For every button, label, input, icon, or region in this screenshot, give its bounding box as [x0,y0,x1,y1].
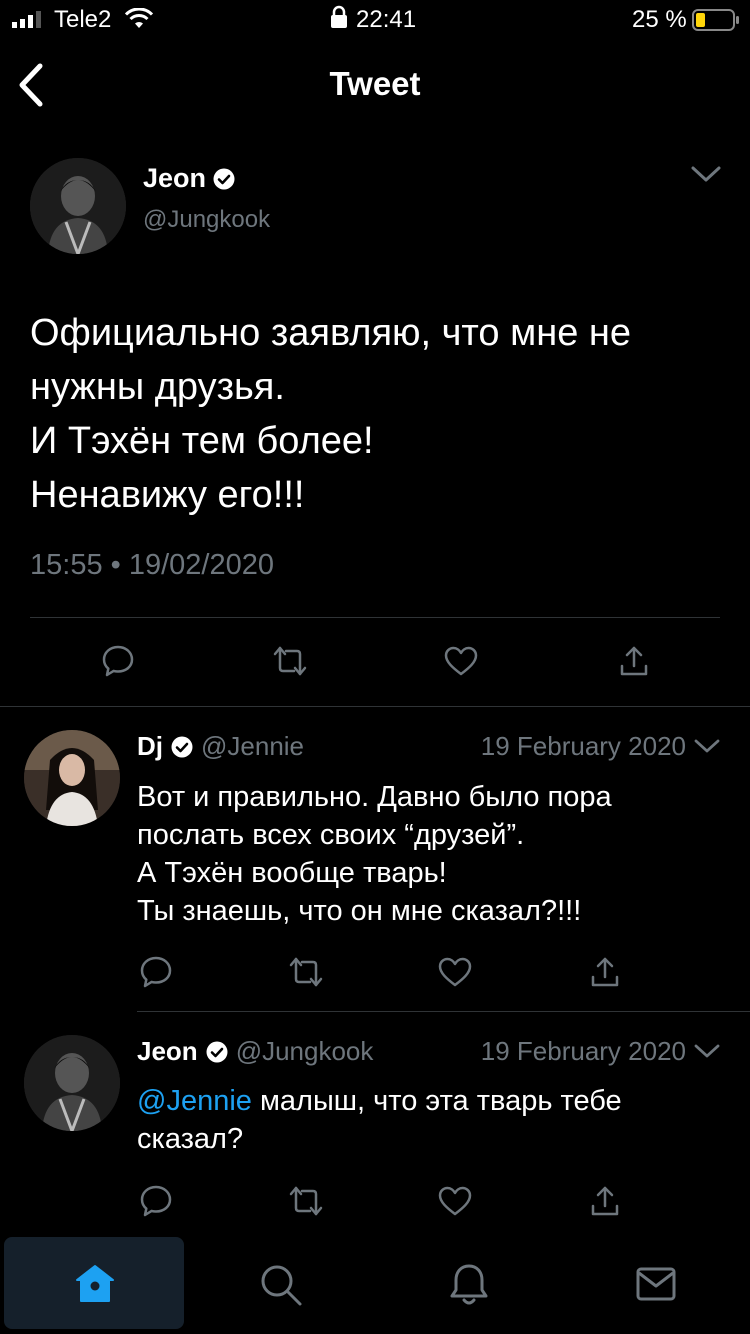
retweet-icon[interactable] [288,1184,324,1218]
divider [30,617,720,618]
author-handle[interactable]: @Jungkook [143,206,270,234]
share-icon[interactable] [589,955,621,989]
mention-link[interactable]: @Jennie [137,1085,252,1117]
battery-icon [692,9,739,31]
tweet-line: Ненавижу его!!! [30,474,305,516]
tweet-line: И Тэхён тем более! [30,420,374,462]
tab-bar [0,1235,750,1334]
share-icon[interactable] [618,644,650,678]
page-title: Tweet [329,65,421,102]
verified-badge-icon [206,1041,228,1062]
author-handle[interactable]: @Jungkook [236,1036,374,1067]
messages-icon[interactable] [636,1267,676,1301]
carrier-name: Tele2 [54,6,112,33]
share-icon[interactable] [589,1184,621,1218]
author-name[interactable]: Jeon [143,163,235,194]
avatar[interactable] [24,730,120,826]
reply-header: Jeon @Jungkook [137,1036,373,1067]
retweet-icon[interactable] [288,955,324,989]
reply-icon[interactable] [139,1184,173,1218]
battery-percent: 25 % [632,6,687,33]
status-bar: Tele2 22:41 25 % [0,0,750,40]
like-icon[interactable] [437,1185,473,1217]
lock-icon [331,5,347,28]
divider [0,706,750,707]
reply-header: Dj @Jennie [137,731,304,762]
status-time: 22:41 [356,6,417,33]
home-icon[interactable] [74,1263,116,1305]
reply-line: Ты знаешь, что он мне сказал?!!! [137,895,582,927]
signal-icon [12,11,41,28]
verified-badge-icon [213,168,235,189]
reply-date: 19 February 2020 [480,731,686,761]
tweet-timestamp[interactable]: 15:55 • 19/02/2020 [30,549,274,582]
reply-line: А Тэхён вообще тварь! [137,857,447,889]
reply-icon[interactable] [101,644,135,678]
reply-icon[interactable] [139,955,173,989]
tweet-text: Официально заявляю, что мне не нужны дру… [30,306,730,522]
reply-line: малыш, что эта тварь тебе [251,1085,622,1117]
wifi-icon [124,8,154,28]
author-name[interactable]: Jeon [137,1036,198,1067]
avatar[interactable] [24,1035,120,1131]
like-icon[interactable] [443,645,479,677]
notifications-icon[interactable] [449,1263,489,1307]
chevron-down-icon[interactable] [694,1043,720,1059]
divider [137,1011,750,1012]
tweet-line: Официально заявляю, что мне не [30,312,632,354]
chevron-down-icon[interactable] [690,164,722,184]
author-name[interactable]: Dj [137,731,163,762]
reply-line: сказал? [137,1123,244,1155]
tweet-line: нужны друзья. [30,366,285,408]
avatar[interactable] [30,158,126,254]
author-handle[interactable]: @Jennie [201,731,304,762]
reply-text: Вот и правильно. Давно было пора послать… [137,778,727,930]
retweet-icon[interactable] [272,644,308,678]
reply-line: послать всех своих “друзей”. [137,819,525,851]
verified-badge-icon [171,736,193,757]
like-icon[interactable] [437,956,473,988]
author-name-text[interactable]: Jeon [143,163,206,194]
chevron-down-icon[interactable] [694,738,720,754]
reply-date: 19 February 2020 [480,1036,686,1066]
reply-line: Вот и правильно. Давно было пора [137,781,612,813]
reply-text: @Jennie малыш, что эта тварь тебе сказал… [137,1082,727,1158]
search-icon[interactable] [259,1263,303,1307]
